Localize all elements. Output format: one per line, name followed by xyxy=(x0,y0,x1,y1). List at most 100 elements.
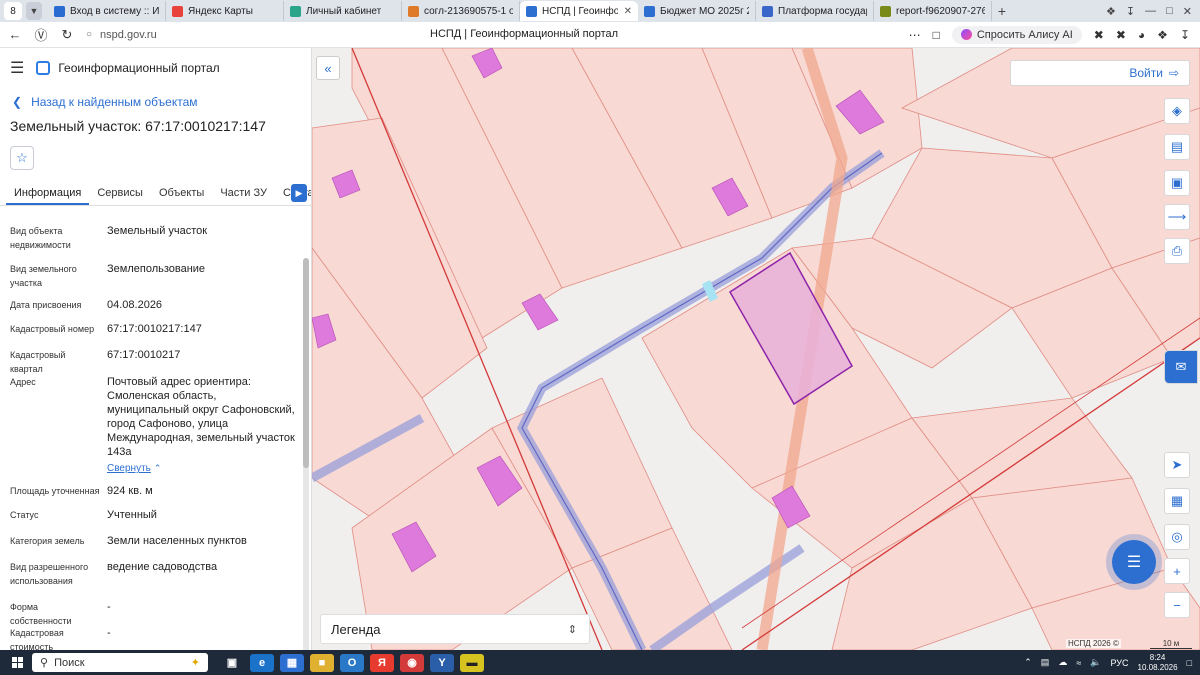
attr-value: Почтовый адрес ориентира: Смоленская обл… xyxy=(107,376,295,458)
attr-value: 67:17:0010217 xyxy=(107,349,181,361)
cloud-icon[interactable]: ☁ xyxy=(1058,657,1067,668)
windows-start-icon[interactable] xyxy=(6,652,28,674)
print-icon[interactable]: ⎙ xyxy=(1164,238,1190,264)
chevron-down-icon[interactable]: ▼ xyxy=(26,2,42,20)
bookmark-icon[interactable]: □ xyxy=(933,28,940,42)
yandex-app-icon[interactable]: Y xyxy=(430,653,454,672)
tab-parts[interactable]: Части ЗУ xyxy=(212,182,275,205)
tab-favicon-icon xyxy=(290,5,301,17)
taskbar: ⚲ Поиск ✦ ▣ e ▦ ■ O Я ◉ Y ▬ ⌃ ▤ ☁ ≈ 🔈 РУ… xyxy=(0,650,1200,675)
network-icon[interactable]: ▤ xyxy=(1041,657,1050,668)
system-tray: ⌃ ▤ ☁ ≈ 🔈 РУС 8:24 10.08.2026 □ xyxy=(1024,653,1200,673)
clock[interactable]: 8:24 10.08.2026 xyxy=(1138,653,1178,673)
attr-key: Адрес xyxy=(10,377,36,387)
legend-dropdown[interactable]: Легенда ⇕ xyxy=(320,614,590,644)
bookmarks-icon[interactable]: ❖ xyxy=(1106,5,1116,18)
explorer-icon[interactable]: ■ xyxy=(310,653,334,672)
tab-label: НСПД | Геоинформац xyxy=(542,5,618,17)
download-icon[interactable]: ↧ xyxy=(1126,5,1135,18)
zoom-in-icon[interactable]: + xyxy=(1164,558,1190,584)
url-field[interactable]: nspd.gov.ru xyxy=(100,29,157,41)
browser-tab[interactable]: Личный кабинет xyxy=(284,1,402,21)
copyright-text: НСПД 2026 © xyxy=(1066,639,1121,648)
maximize-icon[interactable]: □ xyxy=(1166,5,1173,17)
browser-tab[interactable]: согл-213690575-1 от 07. xyxy=(402,1,520,21)
portal-logo-icon xyxy=(36,61,51,75)
close-tab-icon[interactable]: ✕ xyxy=(624,6,632,17)
language-indicator[interactable]: РУС xyxy=(1110,658,1128,668)
panel-tabs: Информация Сервисы Объекты Части ЗУ Сост… xyxy=(0,182,311,206)
tab-info[interactable]: Информация xyxy=(6,182,90,205)
new-tab-button[interactable]: + xyxy=(992,3,1012,19)
outlook-icon[interactable]: O xyxy=(340,653,364,672)
favorite-star-icon[interactable]: ☆ xyxy=(10,146,34,170)
back-to-results-link[interactable]: ❮ Назад к найденным объектам xyxy=(0,94,311,110)
ruler-icon[interactable]: ▤ xyxy=(1164,134,1190,160)
store-icon[interactable]: ▦ xyxy=(280,653,304,672)
yandex-browser-icon[interactable]: Я xyxy=(370,653,394,672)
lock-icon: ○ xyxy=(86,29,93,40)
wifi-icon[interactable]: ≈ xyxy=(1076,658,1081,668)
minimap-icon[interactable]: ▦ xyxy=(1164,488,1190,514)
collapse-panel-icon[interactable]: « xyxy=(316,56,340,80)
extension-icon-2[interactable]: ✖ xyxy=(1116,28,1126,42)
card-app-icon[interactable]: ▬ xyxy=(460,653,484,672)
back-link-label: Назад к найденным объектам xyxy=(31,95,198,109)
notification-icon[interactable]: □ xyxy=(1187,658,1192,668)
browser-tab[interactable]: Вход в систему :: Имущ xyxy=(48,1,166,21)
layers-icon[interactable]: ◈ xyxy=(1164,98,1190,124)
tab-favicon-icon xyxy=(172,5,183,17)
location-arrow-icon[interactable]: ➤ xyxy=(1164,452,1190,478)
cadastral-map[interactable]: « Войти ⇨ ◈ ▤ ▣ ⟶ ⎙ ✉ ➤ ▦ ◎ + − ☰ Легенд… xyxy=(312,48,1200,650)
geolocation-icon[interactable]: ◎ xyxy=(1164,524,1190,550)
reload-icon[interactable]: ↻ xyxy=(56,27,78,43)
select-area-icon[interactable]: ▣ xyxy=(1164,170,1190,196)
chrome-like-icon[interactable]: ◉ xyxy=(400,653,424,672)
taskbar-search[interactable]: ⚲ Поиск ✦ xyxy=(32,653,208,672)
browser-tab[interactable]: Бюджет МО 2025г 24.2. xyxy=(638,1,756,21)
info-assistant-icon[interactable]: ✉ xyxy=(1164,350,1198,384)
chevron-up-icon: ⌃ xyxy=(153,463,162,473)
extension-icon[interactable]: ✖ xyxy=(1094,28,1104,42)
more-dots-icon[interactable]: ⋯ xyxy=(909,28,921,42)
close-icon[interactable]: ✕ xyxy=(1183,5,1192,18)
edge-icon[interactable]: e xyxy=(250,653,274,672)
tabs-next-icon[interactable]: ▶ xyxy=(291,184,307,202)
minimize-icon[interactable]: — xyxy=(1145,5,1156,17)
browser-tab[interactable]: Платформа государстве xyxy=(756,1,874,21)
chevron-left-icon: ❮ xyxy=(12,95,23,109)
volume-icon[interactable]: 🔈 xyxy=(1090,657,1101,668)
collapse-label: Свернуть xyxy=(107,463,151,474)
puzzle-icon[interactable]: ❖ xyxy=(1157,28,1168,42)
tab-label: Платформа государстве xyxy=(778,5,867,17)
browser-tab-strip: 8 ▼ Вход в систему :: Имущ Яндекс Карты Ли… xyxy=(0,0,1200,22)
alice-button[interactable]: Спросить Алису AI xyxy=(951,25,1082,44)
browser-tab[interactable]: report-f9620907-276b-4 xyxy=(874,1,992,21)
login-button[interactable]: Войти ⇨ xyxy=(1010,60,1190,86)
share-icon[interactable]: ⟶ xyxy=(1164,204,1190,230)
hamburger-icon[interactable]: ☰ xyxy=(10,58,24,78)
zoom-out-icon[interactable]: − xyxy=(1164,592,1190,618)
browser-tab[interactable]: НСПД | Геоинформац ✕ xyxy=(520,1,638,21)
tab-count-badge[interactable]: 8 xyxy=(4,2,22,20)
tab-label: Яндекс Карты xyxy=(188,5,253,17)
back-arrow-icon[interactable]: ← xyxy=(4,27,26,42)
tab-objects[interactable]: Объекты xyxy=(151,182,212,205)
scrollbar-thumb[interactable] xyxy=(303,258,309,468)
attr-key: Дата присвоения xyxy=(10,300,82,310)
chat-icon[interactable]: ☰ xyxy=(1112,540,1156,584)
tab-services[interactable]: Сервисы xyxy=(89,182,151,205)
attr-value: 67:17:0010217:147 xyxy=(107,323,202,335)
yandex-icon[interactable]: Ⓥ xyxy=(30,25,52,44)
profile-icon[interactable]: ◕ xyxy=(1138,28,1145,42)
browser-tab[interactable]: Яндекс Карты xyxy=(166,1,284,21)
task-view-icon[interactable]: ▣ xyxy=(220,654,244,672)
attr-value: Землепользование xyxy=(107,263,206,275)
chevron-up-tray-icon[interactable]: ⌃ xyxy=(1024,657,1032,668)
attr-key: Кадастровая стоимость xyxy=(10,628,64,650)
download-icon-2[interactable]: ↧ xyxy=(1180,28,1190,42)
panel-scrollbar[interactable] xyxy=(303,258,309,650)
attr-key: Площадь уточненная xyxy=(10,486,100,496)
collapse-link[interactable]: Свернуть ⌃ xyxy=(107,461,297,476)
map-canvas[interactable] xyxy=(312,48,1200,650)
